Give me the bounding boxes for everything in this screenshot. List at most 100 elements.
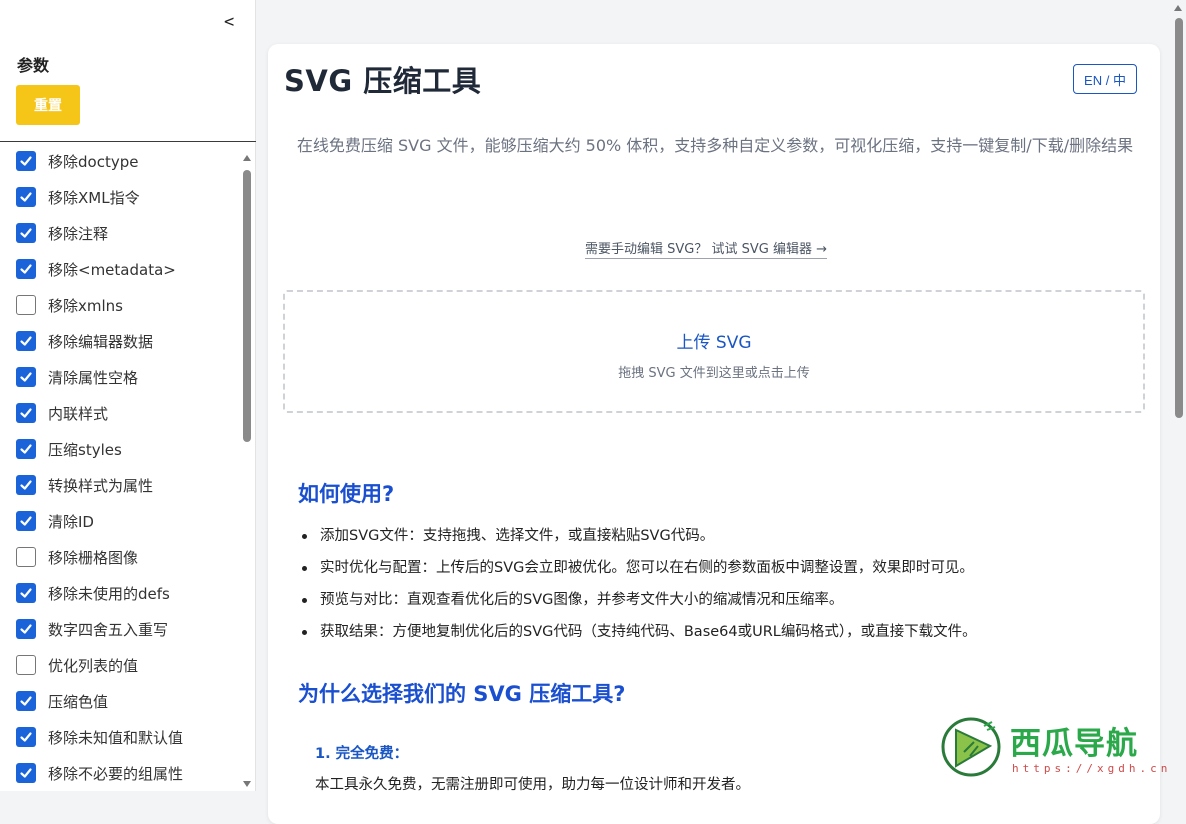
- option-row[interactable]: 移除未知值和默认值: [0, 719, 238, 755]
- checkbox-checked[interactable]: [16, 763, 36, 783]
- option-row[interactable]: 移除未使用的defs: [0, 575, 238, 611]
- checkbox-unchecked[interactable]: [16, 295, 36, 315]
- reset-button[interactable]: 重置: [16, 85, 80, 125]
- option-row[interactable]: 移除doctype: [0, 143, 238, 179]
- checkbox-checked[interactable]: [16, 367, 36, 387]
- option-label[interactable]: 移除注释: [48, 223, 108, 244]
- option-label[interactable]: 移除不必要的组属性: [48, 763, 183, 784]
- scroll-up-arrow-icon[interactable]: [243, 155, 251, 161]
- checkbox-checked[interactable]: [16, 511, 36, 531]
- check-icon: [20, 696, 32, 706]
- watermelon-logo-icon: [941, 717, 1001, 777]
- check-icon: [20, 732, 32, 742]
- checkbox-checked[interactable]: [16, 151, 36, 171]
- parameters-title: 参数: [17, 56, 50, 75]
- watermark: 西瓜导航 https://xgdh.cn: [940, 714, 1170, 790]
- option-label[interactable]: 移除<metadata>: [48, 259, 176, 280]
- page-scroll-up-arrow-icon[interactable]: [1174, 5, 1182, 11]
- option-label[interactable]: 清除属性空格: [48, 367, 138, 388]
- svg-editor-link[interactable]: 需要手动编辑 SVG？ 试试 SVG 编辑器 →: [585, 238, 827, 259]
- option-label[interactable]: 数字四舍五入重写: [48, 619, 168, 640]
- checkbox-checked[interactable]: [16, 331, 36, 351]
- checkbox-checked[interactable]: [16, 403, 36, 423]
- parameter-sidebar: < 参数 重置 移除doctype 移除XML指令 移除注释移除<metadata>…: [0, 0, 256, 791]
- check-icon: [20, 444, 32, 454]
- checkbox-checked[interactable]: [16, 259, 36, 279]
- watermark-url: https://xgdh.cn: [1012, 762, 1172, 775]
- language-toggle-button[interactable]: EN / 中: [1073, 64, 1137, 94]
- check-icon: [20, 768, 32, 778]
- checkbox-checked[interactable]: [16, 475, 36, 495]
- option-row[interactable]: 移除不必要的组属性: [0, 755, 238, 791]
- option-row[interactable]: 内联样式: [0, 395, 238, 431]
- checkbox-checked[interactable]: [16, 583, 36, 603]
- check-icon: [20, 516, 32, 526]
- why-choose-heading: 为什么选择我们的 SVG 压缩工具?: [298, 682, 626, 706]
- option-label[interactable]: 移除未知值和默认值: [48, 727, 183, 748]
- checkbox-checked[interactable]: [16, 619, 36, 639]
- option-label[interactable]: 移除xmlns: [48, 295, 123, 316]
- watermark-brand: 西瓜导航: [1010, 726, 1138, 762]
- option-label[interactable]: 移除XML指令: [48, 187, 140, 208]
- checkbox-checked[interactable]: [16, 439, 36, 459]
- sidebar-scroll-thumb[interactable]: [243, 170, 251, 442]
- option-list: 移除doctype 移除XML指令 移除注释移除<metadata> 移除xmlns 移…: [0, 143, 238, 791]
- option-label[interactable]: 移除未使用的defs: [48, 583, 170, 604]
- option-label[interactable]: 压缩色值: [48, 691, 108, 712]
- option-row[interactable]: 转换样式为属性: [0, 467, 238, 503]
- upload-title[interactable]: 上传 SVG: [285, 328, 1143, 353]
- option-label[interactable]: 转换样式为属性: [48, 475, 153, 496]
- option-row[interactable]: 移除XML指令: [0, 179, 238, 215]
- how-to-list: 添加SVG文件：支持拖拽、选择文件，或直接粘贴SVG代码。 实时优化与配置：上传…: [298, 522, 1158, 650]
- option-row[interactable]: 移除xmlns: [0, 287, 238, 323]
- check-icon: [20, 372, 32, 382]
- checkbox-checked[interactable]: [16, 727, 36, 747]
- option-row[interactable]: 清除属性空格: [0, 359, 238, 395]
- page-scroll-thumb[interactable]: [1175, 18, 1183, 418]
- option-label[interactable]: 移除doctype: [48, 151, 138, 172]
- check-icon: [20, 624, 32, 634]
- option-row[interactable]: 压缩色值: [0, 683, 238, 719]
- checkbox-checked[interactable]: [16, 223, 36, 243]
- upload-dropzone[interactable]: 上传 SVG 拖拽 SVG 文件到这里或点击上传: [283, 290, 1145, 413]
- option-row[interactable]: 移除栅格图像: [0, 539, 238, 575]
- page-scrollbar[interactable]: [1171, 0, 1186, 791]
- list-item: 实时优化与配置：上传后的SVG会立即被优化。您可以在右侧的参数面板中调整设置，效…: [298, 554, 1158, 586]
- option-row[interactable]: 优化列表的值: [0, 647, 238, 683]
- checkbox-checked[interactable]: [16, 691, 36, 711]
- check-icon: [20, 336, 32, 346]
- checkbox-checked[interactable]: [16, 187, 36, 207]
- sidebar-scrollbar[interactable]: [240, 150, 254, 791]
- check-icon: [20, 588, 32, 598]
- option-label[interactable]: 内联样式: [48, 403, 108, 424]
- check-icon: [20, 480, 32, 490]
- checkbox-unchecked[interactable]: [16, 655, 36, 675]
- option-row[interactable]: 移除<metadata>: [0, 251, 238, 287]
- option-row[interactable]: 清除ID: [0, 503, 238, 539]
- upload-hint: 拖拽 SVG 文件到这里或点击上传: [618, 366, 810, 381]
- feature-title: 1. 完全免费：: [315, 746, 409, 762]
- option-row[interactable]: 数字四舍五入重写: [0, 611, 238, 647]
- check-icon: [20, 228, 32, 238]
- option-row[interactable]: 移除注释: [0, 215, 238, 251]
- check-icon: [20, 264, 32, 274]
- check-icon: [20, 192, 32, 202]
- tool-description: 在线免费压缩 SVG 文件，能够压缩大约 50% 体积，支持多种自定义参数，可视…: [296, 136, 1134, 155]
- option-row[interactable]: 移除编辑器数据: [0, 323, 238, 359]
- option-row[interactable]: 压缩styles: [0, 431, 238, 467]
- option-label[interactable]: 移除栅格图像: [48, 547, 138, 568]
- check-icon: [20, 156, 32, 166]
- sidebar-divider: [0, 141, 256, 142]
- check-icon: [20, 408, 32, 418]
- how-to-heading: 如何使用?: [298, 482, 395, 506]
- list-item: 预览与对比：直观查看优化后的SVG图像，并参考文件大小的缩减情况和压缩率。: [298, 586, 1158, 618]
- option-label[interactable]: 优化列表的值: [48, 655, 138, 676]
- checkbox-unchecked[interactable]: [16, 547, 36, 567]
- list-item: 添加SVG文件：支持拖拽、选择文件，或直接粘贴SVG代码。: [298, 522, 1158, 554]
- scroll-down-arrow-icon[interactable]: [243, 781, 251, 787]
- collapse-sidebar-button[interactable]: <: [224, 12, 234, 32]
- option-label[interactable]: 移除编辑器数据: [48, 331, 153, 352]
- option-label[interactable]: 压缩styles: [48, 439, 122, 460]
- list-item: 获取结果：方便地复制优化后的SVG代码（支持纯代码、Base64或URL编码格式…: [298, 618, 1158, 650]
- option-label[interactable]: 清除ID: [48, 511, 94, 532]
